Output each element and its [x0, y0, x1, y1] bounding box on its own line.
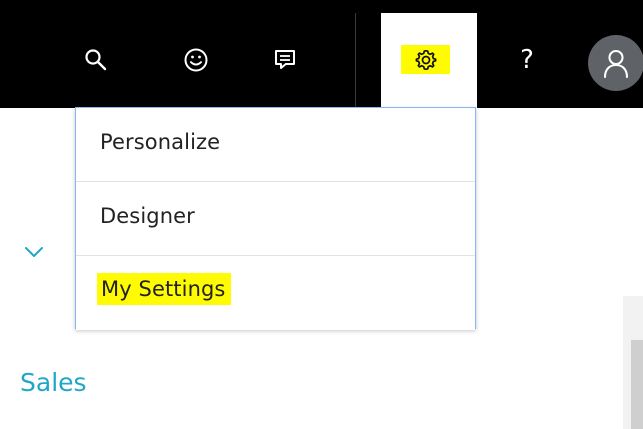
search-button[interactable] [74, 38, 118, 82]
search-icon [85, 49, 107, 71]
top-navigation-bar: ? [0, 0, 643, 108]
menu-item-personalize[interactable]: Personalize [76, 108, 475, 182]
menu-item-designer[interactable]: Designer [76, 182, 475, 256]
sales-link[interactable]: Sales [20, 370, 87, 395]
help-icon: ? [520, 45, 534, 75]
settings-dropdown-menu: Personalize Designer My Settings [75, 107, 476, 330]
right-side-panel-inner [631, 340, 643, 429]
chevron-down-icon[interactable] [22, 244, 46, 262]
toolbar-divider [355, 13, 356, 108]
smiley-icon [184, 48, 208, 72]
menu-item-label: Personalize [100, 130, 221, 154]
menu-item-label: Designer [100, 204, 195, 228]
user-avatar[interactable] [588, 35, 643, 91]
gear-icon [415, 49, 436, 70]
settings-button[interactable] [401, 45, 450, 74]
menu-item-label: My Settings [97, 273, 232, 306]
chat-icon [275, 50, 295, 69]
menu-item-my-settings[interactable]: My Settings [76, 256, 475, 330]
messages-button[interactable] [263, 38, 307, 82]
user-avatar-icon [603, 49, 629, 79]
help-button[interactable]: ? [505, 38, 549, 82]
feedback-button[interactable] [174, 38, 218, 82]
